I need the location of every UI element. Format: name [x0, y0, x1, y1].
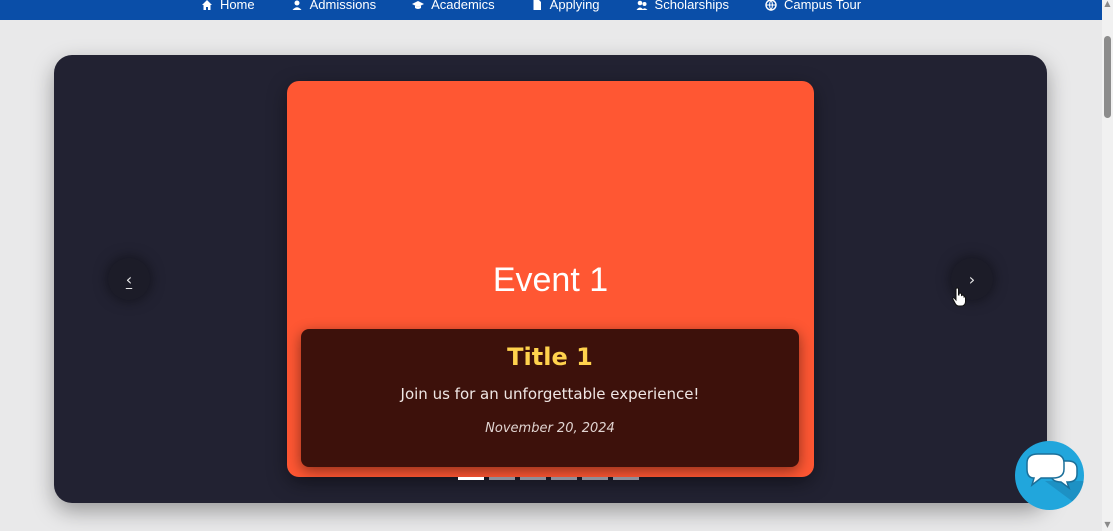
nav-item-label: Campus Tour	[783, 0, 862, 12]
slide-description: Join us for an unforgettable experience!	[400, 385, 700, 403]
nav-item-home[interactable]: Home	[201, 0, 255, 12]
chevron-right-icon: ›	[968, 269, 976, 289]
carousel-indicator-1[interactable]	[458, 477, 484, 480]
nav-item-applying[interactable]: Applying	[531, 0, 600, 12]
nav-item-admissions[interactable]: Admissions	[291, 0, 376, 12]
scroll-up-arrow-icon[interactable]: ▲	[1104, 0, 1111, 8]
admissions-icon	[292, 0, 302, 10]
vertical-scrollbar[interactable]: ▲ ▼	[1102, 0, 1113, 531]
slide-date: November 20, 2024	[485, 421, 615, 436]
nav-item-label: Scholarships	[654, 0, 729, 12]
nav-item-campus-tour[interactable]: Campus Tour	[765, 0, 861, 12]
nav-item-label: Home	[219, 0, 255, 12]
slide-title: Title 1	[507, 343, 593, 371]
home-icon	[201, 0, 212, 10]
slide-heading: Event 1	[492, 261, 609, 299]
carousel-indicator-5[interactable]	[582, 477, 608, 480]
nav-item-scholarships[interactable]: Scholarships	[636, 0, 729, 12]
campus-tour-icon	[765, 0, 777, 11]
hand-cursor-icon	[952, 287, 966, 307]
carousel-indicator-4[interactable]	[551, 477, 577, 480]
chevron-left-icon: ‹	[125, 269, 133, 289]
event-carousel: ‹ Event 1 Title 1 Join us for an unforge…	[54, 55, 1047, 503]
carousel-prev-button[interactable]: ‹	[108, 258, 150, 300]
carousel-indicator-6[interactable]	[613, 477, 639, 480]
nav-item-academics[interactable]: Academics	[412, 0, 495, 12]
scholarships-icon	[636, 0, 648, 10]
applying-icon	[533, 0, 541, 10]
carousel-slide[interactable]: Event 1 Title 1 Join us for an unforgett…	[287, 81, 814, 477]
carousel-indicator-2[interactable]	[489, 477, 515, 480]
scrollbar-thumb[interactable]	[1104, 36, 1111, 118]
academics-icon	[412, 0, 425, 9]
carousel-indicator-3[interactable]	[520, 477, 546, 480]
top-navigation-bar: Home Admissions Academics Applying Schol…	[0, 0, 1102, 20]
chat-bubbles-icon	[1026, 453, 1084, 510]
nav-item-label: Applying	[549, 0, 600, 12]
chat-button[interactable]	[1015, 441, 1084, 510]
nav-item-label: Academics	[431, 0, 495, 12]
carousel-indicators	[458, 477, 639, 480]
scroll-down-arrow-icon[interactable]: ▼	[1104, 521, 1111, 529]
slide-caption: Title 1 Join us for an unforgettable exp…	[301, 329, 799, 467]
nav-item-label: Admissions	[309, 0, 377, 12]
